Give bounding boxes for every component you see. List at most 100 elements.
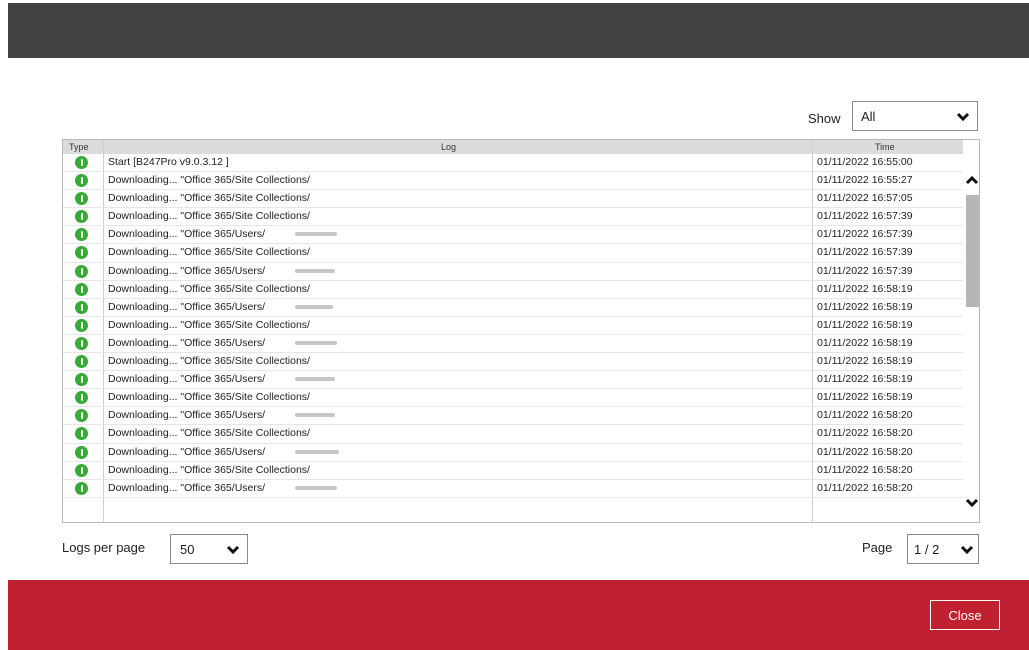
log-time: 01/11/2022 16:58:19 — [817, 355, 913, 368]
log-time: 01/11/2022 16:58:20 — [817, 427, 913, 440]
chevron-down-icon[interactable] — [964, 497, 980, 509]
info-icon — [75, 318, 88, 332]
log-time: 01/11/2022 16:57:05 — [817, 192, 913, 205]
log-time: 01/11/2022 16:58:20 — [817, 481, 913, 494]
log-message: Downloading... "Office 365/Users/ — [108, 336, 266, 349]
show-filter-value: All — [861, 109, 876, 124]
redacted-path — [295, 304, 333, 309]
log-table-header: Type Log Time — [63, 140, 963, 154]
redacted-path — [295, 485, 337, 490]
info-icon — [75, 427, 88, 441]
chevron-down-icon — [226, 545, 240, 555]
log-message: Downloading... "Office 365/Site Collecti… — [108, 463, 310, 476]
info-icon — [75, 228, 88, 242]
log-message: Downloading... "Office 365/Site Collecti… — [108, 355, 310, 368]
log-table: Type Log Time Start [B247Pro v9.0.3.12 ]… — [62, 139, 980, 523]
info-icon — [75, 192, 88, 206]
page-value: 1 / 2 — [914, 542, 940, 557]
log-row: Downloading... "Office 365/Site Collecti… — [63, 190, 963, 209]
log-message: Downloading... "Office 365/Users/ — [108, 481, 266, 494]
log-message: Downloading... "Office 365/Site Collecti… — [108, 210, 310, 223]
page-label: Page — [862, 540, 893, 555]
log-message: Downloading... "Office 365/Users/ — [108, 373, 266, 386]
log-time: 01/11/2022 16:58:20 — [817, 463, 913, 476]
info-icon — [75, 336, 88, 350]
info-icon — [75, 264, 88, 278]
info-icon — [75, 300, 88, 314]
info-icon — [75, 246, 88, 260]
column-header-type[interactable]: Type — [69, 142, 89, 152]
chevron-down-icon — [956, 112, 970, 122]
dialog-titlebar — [8, 3, 1029, 58]
info-icon — [75, 156, 88, 169]
column-header-log[interactable]: Log — [441, 142, 456, 152]
log-message: Downloading... "Office 365/Users/ — [108, 300, 266, 313]
column-header-time[interactable]: Time — [875, 142, 895, 152]
log-message: Downloading... "Office 365/Site Collecti… — [108, 427, 310, 440]
log-time: 01/11/2022 16:58:19 — [817, 282, 913, 295]
chevron-down-icon — [960, 545, 974, 555]
log-message: Downloading... "Office 365/Site Collecti… — [108, 391, 310, 404]
log-row: Downloading... "Office 365/Users/01/11/2… — [63, 335, 963, 354]
dialog-footer — [8, 580, 1029, 650]
log-time: 01/11/2022 16:55:27 — [817, 174, 913, 187]
redacted-path — [295, 413, 335, 418]
log-time: 01/11/2022 16:58:19 — [817, 300, 913, 313]
log-message: Downloading... "Office 365/Users/ — [108, 409, 266, 422]
log-row: Start [B247Pro v9.0.3.12 ] 01/11/2022 16:… — [63, 154, 963, 173]
log-time: 01/11/2022 16:55:00 — [817, 156, 913, 168]
log-message: Downloading... "Office 365/Users/ — [108, 445, 266, 458]
chevron-up-icon[interactable] — [964, 174, 980, 186]
log-time: 01/11/2022 16:58:20 — [817, 409, 913, 422]
log-message: Downloading... "Office 365/Site Collecti… — [108, 192, 310, 205]
log-message: Downloading... "Office 365/Site Collecti… — [108, 246, 310, 259]
show-filter-label: Show — [808, 111, 841, 126]
log-rows: Start [B247Pro v9.0.3.12 ] 01/11/2022 16:… — [63, 154, 963, 498]
log-row: Downloading... "Office 365/Users/01/11/2… — [63, 444, 963, 462]
close-button[interactable]: Close — [930, 600, 1000, 630]
log-time: 01/11/2022 16:57:39 — [817, 210, 913, 223]
show-filter-select[interactable]: All — [852, 101, 978, 131]
log-time: 01/11/2022 16:58:19 — [817, 336, 913, 349]
redacted-path — [295, 340, 337, 345]
log-time: 01/11/2022 16:57:39 — [817, 228, 913, 241]
log-time: 01/11/2022 16:57:39 — [817, 264, 913, 277]
scrollbar-thumb[interactable] — [966, 195, 979, 307]
log-row: Downloading... "Office 365/Users/01/11/2… — [63, 407, 963, 426]
logs-per-page-select[interactable]: 50 — [170, 534, 248, 564]
log-row: Downloading... "Office 365/Site Collecti… — [63, 389, 963, 408]
page-select[interactable]: 1 / 2 — [907, 534, 979, 564]
info-icon — [75, 355, 88, 369]
log-row: Downloading... "Office 365/Site Collecti… — [63, 317, 963, 335]
info-icon — [75, 282, 88, 296]
log-message: Downloading... "Office 365/Site Collecti… — [108, 174, 310, 187]
logs-per-page-value: 50 — [180, 542, 195, 557]
log-row: Downloading... "Office 365/Site Collecti… — [63, 425, 963, 444]
info-icon — [75, 463, 88, 477]
info-icon — [75, 174, 88, 188]
info-icon — [75, 481, 88, 495]
log-message: Downloading... "Office 365/Users/ — [108, 264, 266, 277]
log-row: Downloading... "Office 365/Site Collecti… — [63, 244, 963, 263]
info-icon — [75, 445, 88, 459]
log-row: Downloading... "Office 365/Users/01/11/2… — [63, 371, 963, 390]
log-time: 01/11/2022 16:58:19 — [817, 391, 913, 404]
info-icon — [75, 409, 88, 423]
log-row: Downloading... "Office 365/Site Collecti… — [63, 208, 963, 227]
log-message: Downloading... "Office 365/Users/ — [108, 228, 266, 241]
redacted-path — [295, 232, 337, 237]
log-row: Downloading... "Office 365/Site Collecti… — [63, 281, 963, 299]
log-row: Downloading... "Office 365/Site Collecti… — [63, 462, 963, 480]
info-icon — [75, 373, 88, 387]
log-message: Downloading... "Office 365/Site Collecti… — [108, 282, 310, 295]
info-icon — [75, 391, 88, 405]
log-row: Downloading... "Office 365/Site Collecti… — [63, 353, 963, 372]
log-time: 01/11/2022 16:57:39 — [817, 246, 913, 259]
log-row: Downloading... "Office 365/Users/01/11/2… — [63, 226, 963, 245]
redacted-path — [295, 449, 339, 454]
log-time: 01/11/2022 16:58:20 — [817, 445, 913, 458]
redacted-path — [295, 268, 335, 273]
log-time: 01/11/2022 16:58:19 — [817, 318, 913, 331]
logs-per-page-label: Logs per page — [62, 540, 146, 555]
log-row: Downloading... "Office 365/Users/01/11/2… — [63, 480, 963, 498]
